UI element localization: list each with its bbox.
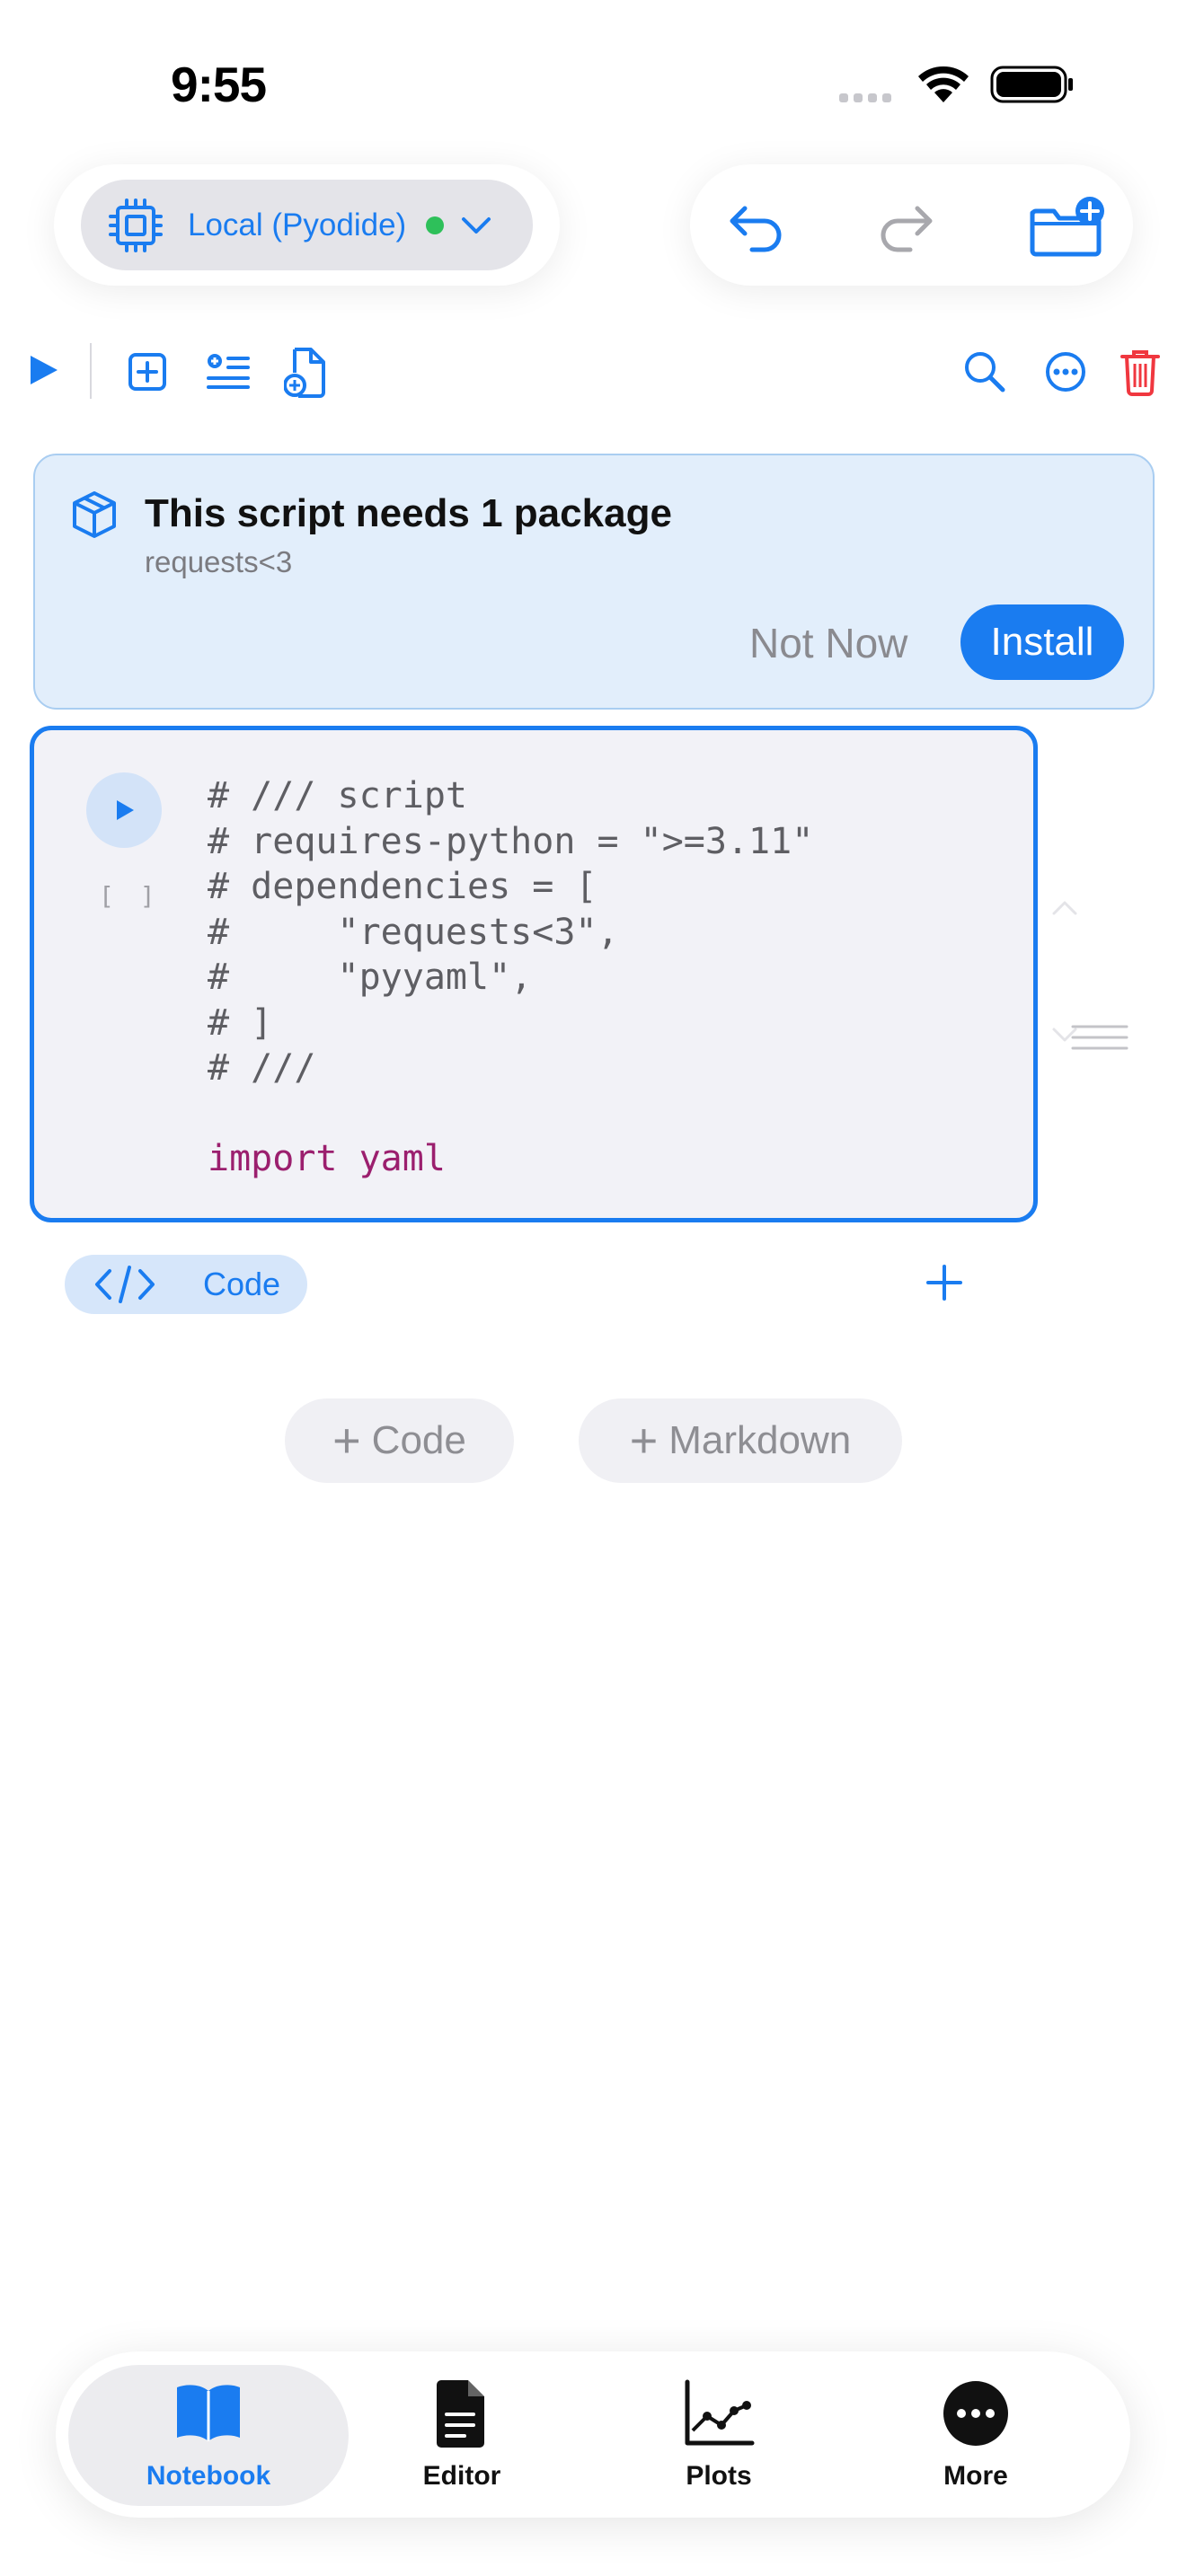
chart-icon xyxy=(685,2379,755,2446)
tab-bar: Notebook Editor Plots More xyxy=(56,2351,1130,2518)
code-line: # dependencies = [ xyxy=(208,866,597,907)
more-options-button[interactable] xyxy=(1039,345,1093,399)
tab-label: More xyxy=(943,2461,1008,2491)
tab-more[interactable]: More xyxy=(886,2378,1066,2495)
ellipsis-circle-icon xyxy=(1046,352,1085,392)
notebook-screen: 9:55 Local (Pyodide) This script needs 1… xyxy=(0,0,1186,2576)
code-line: # /// xyxy=(208,1047,316,1089)
document-plus-icon xyxy=(284,348,325,398)
code-line: # ] xyxy=(208,1001,273,1044)
banner-package-list: requests<3 xyxy=(145,545,293,578)
add-cell-button[interactable] xyxy=(122,347,173,397)
chevron-up-icon[interactable] xyxy=(1047,894,1083,921)
drag-handle-icon[interactable] xyxy=(1069,1021,1130,1054)
code-line: import yaml xyxy=(208,1138,446,1179)
folder-plus-icon xyxy=(1030,197,1104,257)
kernel-selector-container: Local (Pyodide) xyxy=(54,164,560,286)
book-icon xyxy=(177,2385,240,2441)
status-indicators xyxy=(836,63,1087,108)
trash-icon xyxy=(1120,350,1160,396)
cellular-signal-icon xyxy=(839,93,891,102)
package-box-icon xyxy=(73,491,116,538)
add-markdown-cell-button[interactable]: + Markdown xyxy=(579,1398,902,1483)
add-code-cell-button[interactable]: + Code xyxy=(285,1398,514,1483)
tab-label: Editor xyxy=(422,2461,501,2491)
install-button[interactable]: Install xyxy=(960,604,1124,680)
list-plus-icon xyxy=(207,354,250,389)
plus-icon: + xyxy=(332,1414,361,1468)
delete-button[interactable] xyxy=(1116,343,1164,401)
cpu-chip-icon xyxy=(109,198,163,252)
toolbar-divider xyxy=(90,343,92,399)
redo-icon xyxy=(881,206,933,252)
play-icon xyxy=(117,800,134,820)
plus-square-icon xyxy=(128,353,166,391)
add-markdown-label: Markdown xyxy=(668,1418,852,1462)
tab-notebook[interactable]: Notebook xyxy=(119,2378,298,2495)
history-controls xyxy=(690,164,1133,286)
search-button[interactable] xyxy=(958,345,1012,399)
tab-label: Plots xyxy=(686,2461,752,2491)
banner-title: This script needs 1 package xyxy=(145,491,672,535)
run-cell-button[interactable] xyxy=(86,772,162,848)
undo-button[interactable] xyxy=(721,191,792,263)
not-now-button[interactable]: Not Now xyxy=(749,619,907,667)
wifi-icon xyxy=(918,66,969,102)
code-line: # /// script xyxy=(208,775,467,816)
code-line: # "pyyaml", xyxy=(208,957,533,998)
battery-icon xyxy=(990,66,1073,103)
kernel-name: Local (Pyodide) xyxy=(188,207,407,243)
kernel-selector[interactable]: Local (Pyodide) xyxy=(81,180,533,270)
add-code-label: Code xyxy=(371,1418,466,1462)
kernel-status-dot xyxy=(426,216,445,234)
redo-button[interactable] xyxy=(870,191,942,263)
undo-icon xyxy=(730,206,782,252)
package-install-banner: This script needs 1 package requests<3 N… xyxy=(33,454,1155,710)
code-cell[interactable]: [ ] # /// script # requires-python = ">=… xyxy=(30,726,1038,1222)
code-line: # requires-python = ">=3.11" xyxy=(208,820,814,862)
execution-count: [ ] xyxy=(99,881,161,911)
plus-icon: + xyxy=(629,1414,659,1468)
run-all-button[interactable] xyxy=(20,347,66,393)
code-editor[interactable]: # /// script # requires-python = ">=3.11… xyxy=(208,773,813,1182)
tab-editor[interactable]: Editor xyxy=(372,2378,552,2495)
cell-type-label: Code xyxy=(203,1266,281,1302)
new-folder-button[interactable] xyxy=(1024,191,1111,263)
document-icon xyxy=(437,2380,484,2448)
new-document-button[interactable] xyxy=(280,343,331,401)
code-line: # "requests<3", xyxy=(208,911,619,953)
tab-plots[interactable]: Plots xyxy=(629,2378,809,2495)
play-icon xyxy=(31,356,58,384)
chevron-down-icon xyxy=(462,216,491,234)
status-time: 9:55 xyxy=(171,57,267,112)
tab-label: Notebook xyxy=(146,2461,271,2491)
add-list-button[interactable] xyxy=(201,347,255,397)
add-cell-below-button[interactable] xyxy=(923,1261,966,1304)
search-icon xyxy=(965,352,1005,393)
code-brackets-icon xyxy=(95,1266,155,1303)
cell-type-selector[interactable]: Code xyxy=(65,1255,307,1314)
ellipsis-circle-icon xyxy=(943,2381,1008,2446)
